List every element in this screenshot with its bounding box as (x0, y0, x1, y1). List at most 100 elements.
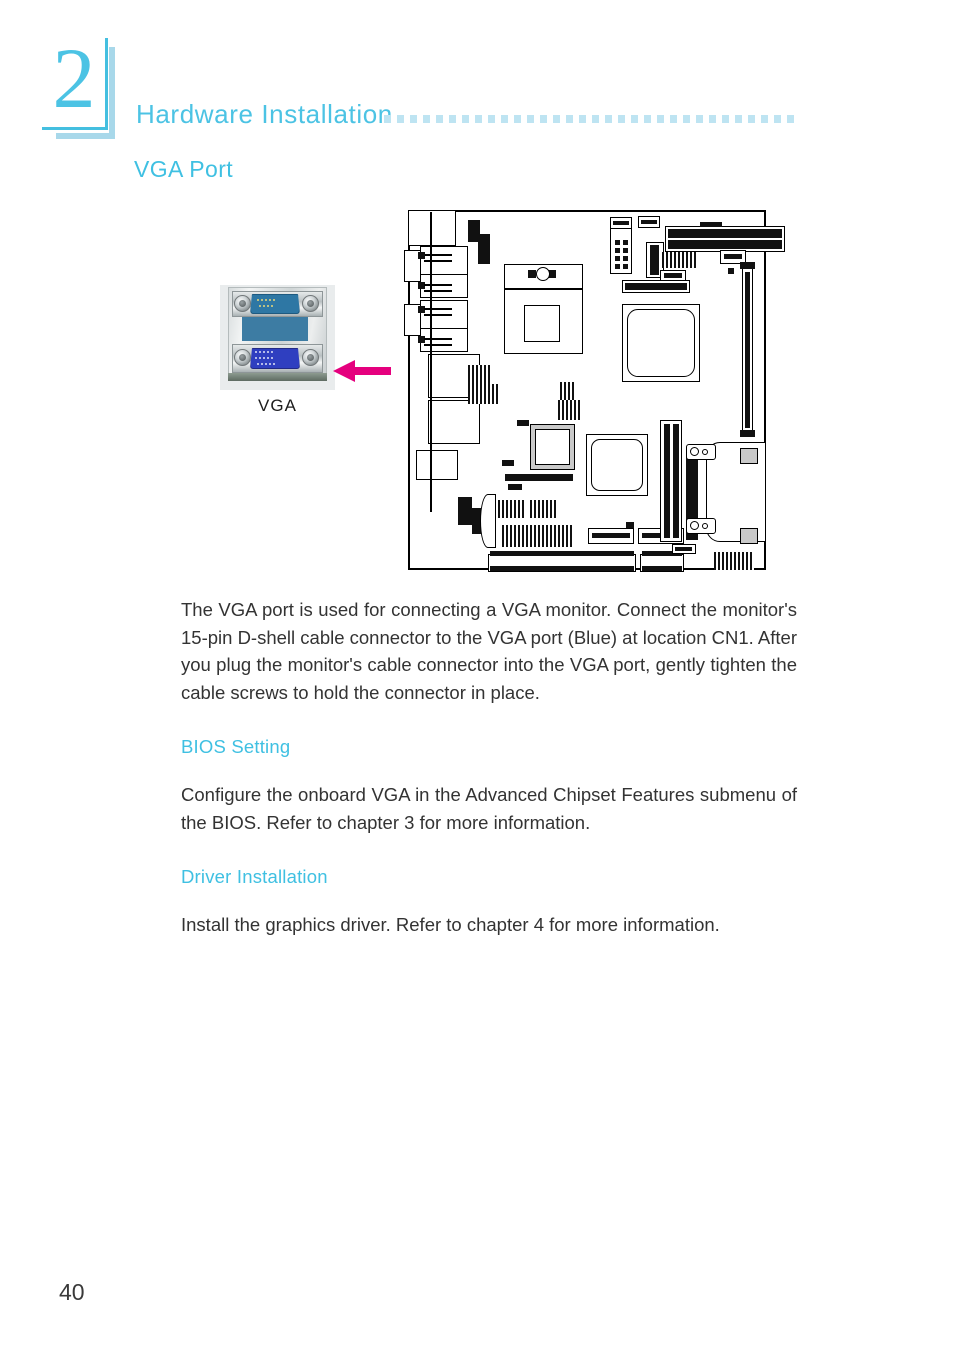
rule-dot (670, 114, 677, 123)
io-detail-line (424, 284, 452, 286)
rule-dot (410, 114, 417, 123)
cpu-center-circle (536, 267, 550, 281)
header-front-panel-2 (530, 500, 558, 518)
io-usb-stack-2 (428, 400, 480, 444)
rule-dot (761, 114, 768, 123)
pci-slot-1-pins-2 (490, 566, 634, 571)
chapter-header: 2 Hardware Installation (0, 0, 954, 150)
pin (615, 248, 620, 253)
rule-dot (657, 114, 664, 123)
page-number: 40 (59, 1279, 85, 1305)
header-column-pins (650, 245, 659, 275)
pci-slot-2-pins-2 (642, 566, 682, 571)
rule-dot (397, 114, 404, 123)
arrow-head (333, 360, 355, 382)
pcb-edge (228, 373, 327, 381)
ide-header-left (610, 228, 632, 274)
figure-vga-port: VGA (0, 200, 954, 590)
io-connector-curve (480, 494, 496, 548)
dimm-clip-bottom (740, 430, 755, 437)
chipset-main-die (627, 309, 695, 377)
io-serial-body-2b (420, 328, 468, 352)
rule-dot (618, 114, 625, 123)
fan-header-right-pins (724, 254, 742, 259)
rule-dot (501, 114, 508, 123)
connector-block-2 (740, 528, 758, 544)
front-panel-header (662, 252, 696, 268)
bracket-window (242, 313, 308, 341)
vga-pin-row-1 (255, 351, 273, 353)
chapter-number: 2 (52, 30, 96, 126)
photo-caption: VGA (258, 396, 297, 415)
small-header-bottom-pins (675, 547, 692, 551)
rule-dot (748, 114, 755, 123)
io-detail-line (424, 290, 452, 292)
slot-connector-mid (505, 474, 573, 481)
small-component (626, 522, 634, 528)
rule-dot (488, 114, 495, 123)
cpu-die (524, 305, 560, 342)
rule-dot (787, 114, 794, 123)
serial-pin-row-bottom (259, 305, 273, 307)
vga-screw-right (302, 349, 319, 366)
atx-latch (700, 222, 722, 227)
header-bottom-right (714, 552, 754, 570)
header-edge-1 (458, 497, 472, 525)
io-detail-block (418, 252, 425, 259)
rule-dot (735, 114, 742, 123)
chapter-mark-shadow-horizontal (56, 133, 115, 139)
motherboard-diagram (404, 210, 785, 572)
mounting-hole-top-2 (702, 449, 708, 455)
fan-header-top-pins (613, 221, 629, 225)
rule-dot (514, 114, 521, 123)
subsection-heading-driver-installation: Driver Installation (181, 866, 328, 887)
io-detail-line (424, 338, 452, 340)
pci-slot-1-pins (490, 551, 634, 556)
io-detail-line (424, 254, 452, 256)
mounting-hole-bottom-2 (702, 523, 708, 529)
chapter-title: Hardware Installation (136, 99, 393, 129)
atx-power-pins-bottom (668, 240, 782, 249)
rule-dot (436, 114, 443, 123)
serial-screw-right (302, 295, 319, 312)
io-detail-line (424, 260, 452, 262)
header-small-2 (558, 400, 582, 420)
mounting-hole-bottom (690, 521, 699, 530)
rule-dot (540, 114, 547, 123)
rule-dot (384, 114, 391, 123)
rule-dot (709, 114, 716, 123)
ide-40pin-pins-a (664, 424, 670, 538)
subsection-body-driver-installation: Install the graphics driver. Refer to ch… (181, 914, 720, 935)
rule-dot (683, 114, 690, 123)
rule-dot (462, 114, 469, 123)
io-detail-line (424, 314, 452, 316)
serial-port-9pin (250, 294, 300, 314)
jumper-j2 (478, 234, 490, 264)
rule-dot (579, 114, 586, 123)
header-floppy (502, 525, 574, 547)
jumper-small (508, 484, 522, 490)
ide-connector-pins (625, 283, 687, 290)
pin (615, 264, 620, 269)
chip-pad (517, 420, 529, 426)
rule-dot (449, 114, 456, 123)
chapter-mark-shadow-vertical (109, 47, 115, 139)
intro-paragraph: The VGA port is used for connecting a VG… (181, 599, 797, 703)
atx-power-pins-top (668, 229, 782, 238)
rule-dot (527, 114, 534, 123)
northbridge-die (591, 439, 643, 491)
io-serial-body-1b (420, 274, 468, 298)
vga-pin-row-3 (257, 363, 275, 365)
vga-pin-row-2 (255, 357, 273, 359)
io-ps2-stack (408, 210, 456, 246)
pin (623, 264, 628, 269)
rule-dot (553, 114, 560, 123)
chapter-mark-rule-vertical (105, 38, 108, 130)
chapter-number-mark: 2 (42, 30, 144, 139)
header-usb-1 (468, 365, 492, 385)
io-detail-line (424, 344, 452, 346)
io-edge-line (430, 212, 432, 512)
